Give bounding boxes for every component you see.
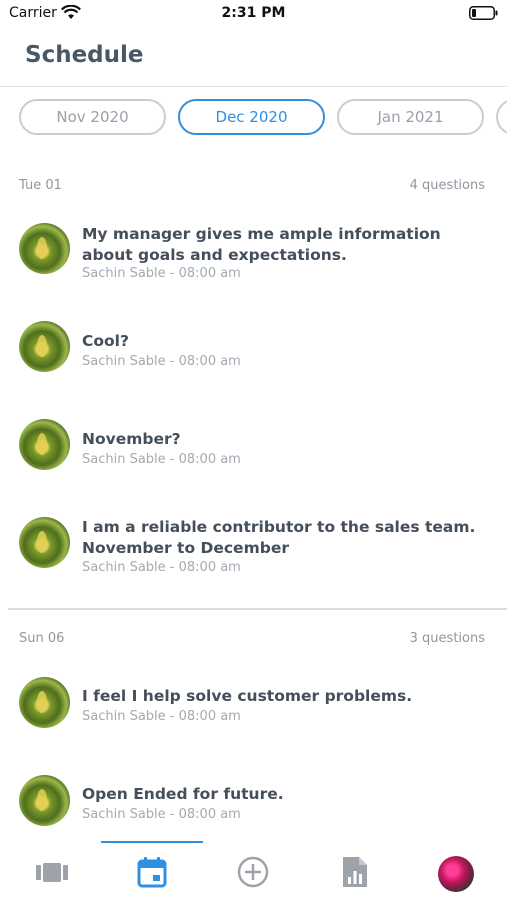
question-meta: Sachin Sable - 08:00 am (82, 266, 241, 281)
cards-icon (36, 863, 68, 882)
question-text: My manager gives me ample information ab… (82, 225, 441, 264)
question-text: Open Ended for future. (82, 785, 284, 803)
month-tab-jan-2021[interactable]: Jan 2021 (337, 99, 484, 135)
tab-bar (0, 841, 507, 900)
month-tab-next[interactable] (496, 99, 507, 135)
section-question-count: 3 questions (409, 631, 485, 646)
question-meta: Sachin Sable - 08:00 am (82, 354, 241, 369)
status-time: 2:31 PM (221, 5, 286, 21)
add-circle-icon (237, 856, 269, 888)
battery-icon (469, 6, 498, 20)
avatar (19, 223, 70, 274)
avatar (19, 775, 70, 826)
question-text: I am a reliable contributor to the sales… (82, 518, 476, 557)
month-tab-dec-2020[interactable]: Dec 2020 (178, 99, 325, 135)
tab-schedule[interactable] (135, 855, 169, 889)
avatar (19, 419, 70, 470)
header-divider (0, 86, 507, 87)
avatar (19, 321, 70, 372)
section-divider (8, 608, 507, 610)
status-bar: Carrier 2:31 PM (0, 0, 507, 28)
section-question-count: 4 questions (409, 178, 485, 193)
month-tab-nov-2020[interactable]: Nov 2020 (19, 99, 166, 135)
report-icon (343, 857, 367, 887)
avatar (19, 517, 70, 568)
question-meta: Sachin Sable - 08:00 am (82, 560, 241, 575)
tab-add[interactable] (236, 855, 270, 889)
calendar-icon (137, 857, 167, 888)
question-text: I feel I help solve customer problems. (82, 687, 413, 705)
profile-avatar[interactable] (438, 856, 474, 892)
tab-reports[interactable] (338, 855, 372, 889)
tab-feed[interactable] (35, 855, 69, 889)
question-meta: Sachin Sable - 08:00 am (82, 452, 241, 467)
avatar (19, 677, 70, 728)
question-meta: Sachin Sable - 08:00 am (82, 807, 241, 822)
month-selector: Nov 2020 Dec 2020 Jan 2021 (0, 99, 507, 136)
question-text: November? (82, 430, 181, 448)
question-text: Cool? (82, 332, 129, 350)
active-tab-indicator (101, 841, 203, 843)
section-date: Sun 06 (19, 631, 65, 646)
question-meta: Sachin Sable - 08:00 am (82, 709, 241, 724)
page-title: Schedule (25, 42, 144, 68)
section-date: Tue 01 (19, 178, 62, 193)
